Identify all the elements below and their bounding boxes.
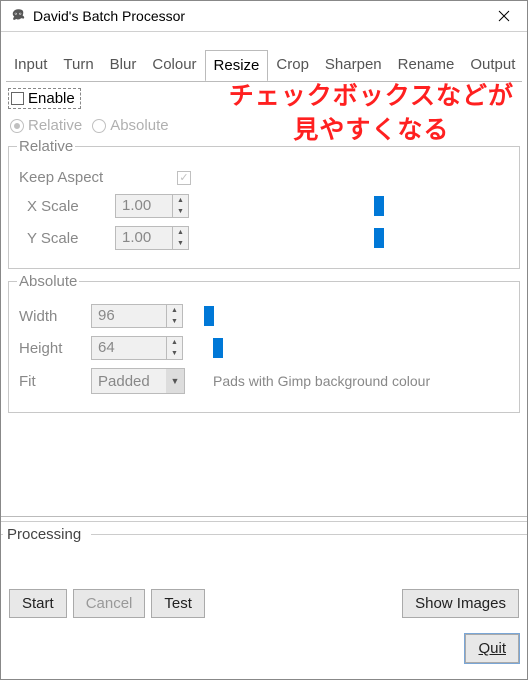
tab-resize[interactable]: Resize xyxy=(205,50,269,82)
enable-checkbox[interactable]: Enable xyxy=(8,88,81,109)
test-button[interactable]: Test xyxy=(151,589,205,618)
radio-absolute[interactable]: Absolute xyxy=(92,117,168,134)
width-slider[interactable] xyxy=(201,306,511,326)
xscale-stepper[interactable]: 1.00 ▲▼ xyxy=(115,194,189,218)
close-icon xyxy=(498,10,510,22)
keep-aspect-label: Keep Aspect xyxy=(17,169,109,186)
height-slider[interactable] xyxy=(201,338,511,358)
absolute-group: Absolute Width 96 ▲▼ Height 64 ▲▼ Fit Pa… xyxy=(8,273,520,413)
slider-thumb xyxy=(374,228,384,248)
processing-legend: Processing xyxy=(1,522,527,545)
yscale-slider[interactable] xyxy=(207,228,511,248)
height-stepper[interactable]: 64 ▲▼ xyxy=(91,336,183,360)
tab-input[interactable]: Input xyxy=(6,50,55,81)
radio-relative[interactable]: Relative xyxy=(10,117,82,134)
app-icon xyxy=(9,7,27,25)
slider-thumb xyxy=(204,306,214,326)
xscale-value: 1.00 xyxy=(116,195,172,217)
height-label: Height xyxy=(17,340,83,357)
keep-aspect-checkbox[interactable]: ✓ xyxy=(177,171,191,185)
spinner-arrows-icon: ▲▼ xyxy=(166,337,182,359)
radio-icon xyxy=(92,119,106,133)
tab-sharpen[interactable]: Sharpen xyxy=(317,50,390,81)
cancel-button[interactable]: Cancel xyxy=(73,589,146,618)
relative-legend: Relative xyxy=(17,138,75,155)
tab-output[interactable]: Output xyxy=(462,50,523,81)
spinner-arrows-icon: ▲▼ xyxy=(172,195,188,217)
start-button[interactable]: Start xyxy=(9,589,67,618)
xscale-label: X Scale xyxy=(17,198,107,215)
slider-thumb xyxy=(213,338,223,358)
fit-value: Padded xyxy=(92,371,166,392)
tab-blur[interactable]: Blur xyxy=(102,50,145,81)
fit-label: Fit xyxy=(17,373,83,390)
fit-hint: Pads with Gimp background colour xyxy=(213,373,430,389)
close-button[interactable] xyxy=(481,1,527,31)
tabbar: Input Turn Blur Colour Resize Crop Sharp… xyxy=(1,32,527,81)
radio-icon xyxy=(10,119,24,133)
show-images-button[interactable]: Show Images xyxy=(402,589,519,618)
checkbox-icon xyxy=(11,92,24,105)
yscale-label: Y Scale xyxy=(17,230,107,247)
fit-select[interactable]: Padded ▼ xyxy=(91,368,185,394)
width-value: 96 xyxy=(92,305,166,327)
width-stepper[interactable]: 96 ▲▼ xyxy=(91,304,183,328)
tab-crop[interactable]: Crop xyxy=(268,50,317,81)
tab-rename[interactable]: Rename xyxy=(390,50,463,81)
bottom-bar: Processing Start Cancel Test Show Images… xyxy=(1,516,527,679)
relative-group: Relative Keep Aspect ✓ X Scale 1.00 ▲▼ Y… xyxy=(8,138,520,269)
tab-colour[interactable]: Colour xyxy=(144,50,204,81)
tab-content: Enable Relative Absolute チェックボックスなどが 見やす… xyxy=(6,81,522,413)
spinner-arrows-icon: ▲▼ xyxy=(166,305,182,327)
yscale-value: 1.00 xyxy=(116,227,172,249)
xscale-slider[interactable] xyxy=(207,196,511,216)
absolute-legend: Absolute xyxy=(17,273,79,290)
chevron-down-icon: ▼ xyxy=(166,369,184,393)
tab-turn[interactable]: Turn xyxy=(55,50,101,81)
enable-label: Enable xyxy=(28,90,75,107)
slider-thumb xyxy=(374,196,384,216)
quit-button[interactable]: Quit xyxy=(465,634,519,663)
spinner-arrows-icon: ▲▼ xyxy=(172,227,188,249)
height-value: 64 xyxy=(92,337,166,359)
titlebar: David's Batch Processor xyxy=(1,1,527,32)
overlay-annotation: チェックボックスなどが 見やすくなる xyxy=(229,80,514,148)
width-label: Width xyxy=(17,308,83,325)
yscale-stepper[interactable]: 1.00 ▲▼ xyxy=(115,226,189,250)
window-title: David's Batch Processor xyxy=(33,8,481,24)
